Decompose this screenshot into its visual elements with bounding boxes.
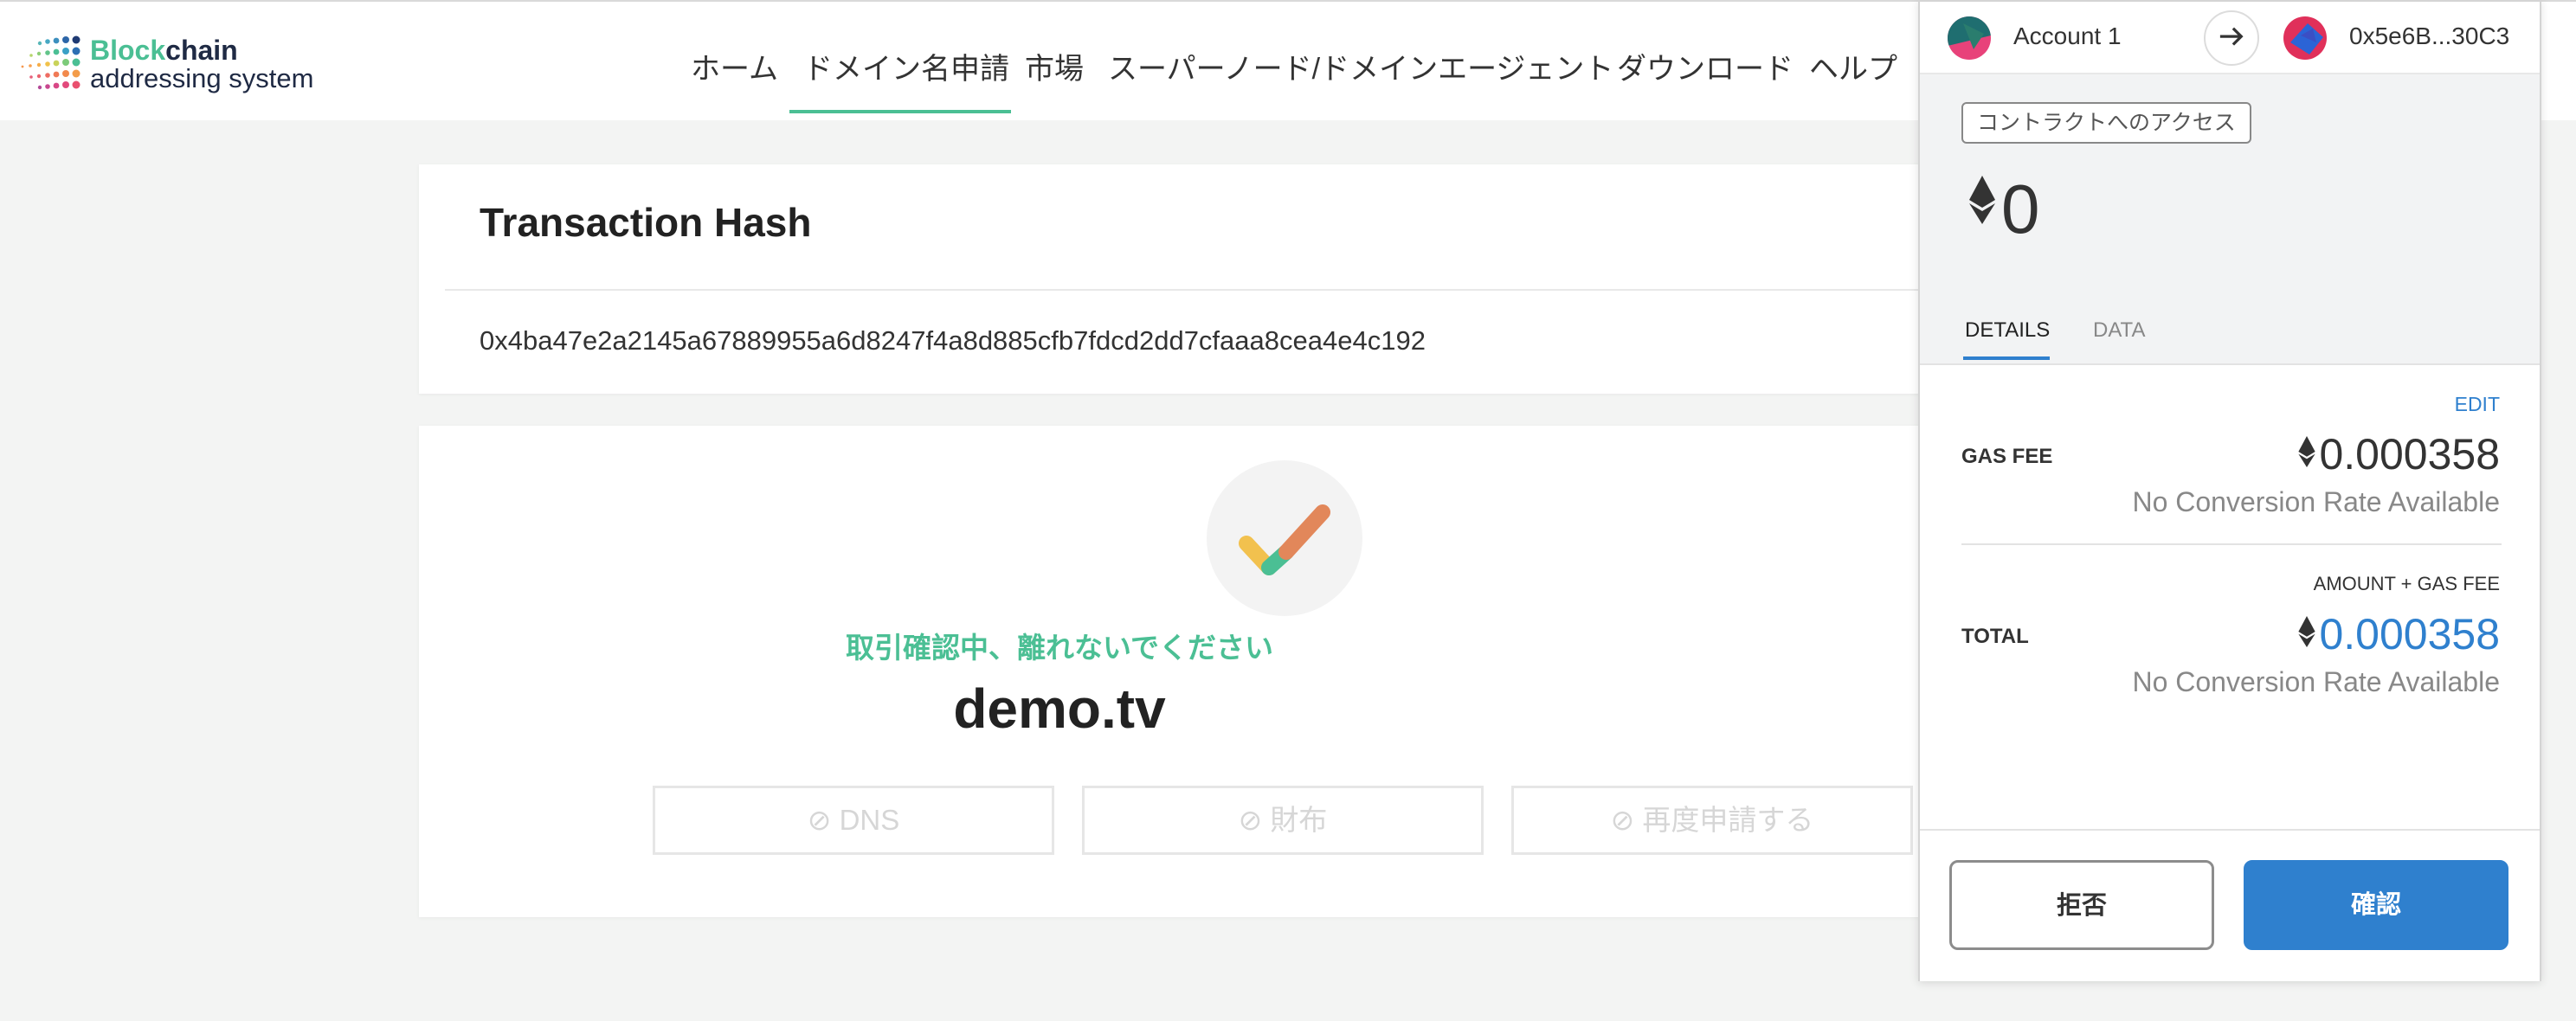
dns-button[interactable]: ⊘ DNS — [653, 786, 1054, 855]
transaction-hash-value: 0x4ba47e2a2145a67889955a6d8247f4a8d885cf… — [480, 325, 1426, 356]
amount-gas-label: AMOUNT + GAS FEE — [2313, 573, 2500, 594]
reject-button[interactable]: 拒否 — [1949, 860, 2214, 950]
reapply-button[interactable]: ⊘ 再度申請する — [1511, 786, 1913, 855]
gas-fee-conversion: No Conversion Rate Available — [2132, 486, 2500, 517]
destination-address[interactable]: 0x5e6B...30C3 — [2349, 22, 2509, 50]
transaction-hash-card: Transaction Hash 0x4ba47e2a2145a67889955… — [419, 164, 1939, 394]
divider — [1961, 543, 2502, 545]
logo-text-line1: Blockchain — [90, 35, 238, 67]
logo-text-dark: chain — [165, 35, 238, 66]
arrow-right-icon — [2204, 10, 2259, 66]
wallet-button[interactable]: ⊘ 財布 — [1082, 786, 1484, 855]
transaction-hash-title: Transaction Hash — [480, 200, 812, 245]
nav-item-domain-application[interactable]: ドメイン名申請 — [803, 45, 1009, 87]
total-amount: 0.000358 — [2319, 610, 2500, 658]
metamask-footer: 拒否 確認 — [1920, 829, 2540, 981]
total-conversion: No Conversion Rate Available — [2132, 666, 2500, 697]
contract-access-badge: コントラクトへのアクセス — [1961, 102, 2251, 144]
account-avatar-icon — [1948, 16, 1991, 60]
nav-item-download[interactable]: ダウンロード — [1617, 45, 1794, 87]
account-name[interactable]: Account 1 — [2013, 22, 2122, 50]
ethereum-icon — [2298, 607, 2316, 658]
checkmark-icon — [1239, 504, 1330, 575]
gas-fee-amount: 0.000358 — [2319, 430, 2500, 478]
edit-gas-link[interactable]: EDIT — [2455, 393, 2500, 416]
domain-name: demo.tv — [953, 677, 1166, 740]
logo-text-line2: addressing system — [90, 63, 314, 93]
nav-item-market[interactable]: 市場 — [1025, 45, 1084, 87]
tab-active-underline — [1963, 356, 2050, 360]
status-message: 取引確認中、離れないでください — [845, 632, 1273, 664]
metamask-header: Account 1 0x5e6B...30C3 — [1920, 2, 2540, 74]
check-circle — [1207, 460, 1362, 616]
logo[interactable]: Blockchain addressing system — [16, 33, 327, 93]
nav-item-help[interactable]: ヘルプ — [1809, 45, 1897, 87]
total-label: TOTAL — [1961, 625, 2029, 648]
ethereum-icon — [1968, 161, 1996, 241]
divider — [445, 289, 1939, 291]
amount-value: 0 — [2001, 170, 2040, 247]
logo-text-green: Block — [90, 35, 166, 66]
destination-avatar-icon — [2283, 16, 2327, 60]
tab-details[interactable]: DETAILS — [1965, 318, 2050, 343]
gas-fee-label: GAS FEE — [1961, 445, 2053, 468]
ethereum-icon — [2298, 427, 2316, 478]
transaction-status-card: 取引確認中、離れないでください demo.tv ⊘ DNS ⊘ 財布 ⊘ 再度申… — [419, 426, 1939, 917]
total-value: 0.000358 — [2298, 607, 2500, 659]
metamask-popup: Account 1 0x5e6B...30C3 コントラクトへのアクセス 0 D… — [1918, 0, 2541, 981]
nav-item-home[interactable]: ホーム — [691, 45, 778, 87]
destination-avatar — [2283, 16, 2327, 60]
nav-active-underline — [789, 110, 1011, 113]
logo-dots-icon — [21, 35, 80, 90]
account-avatar — [1948, 16, 1991, 60]
transaction-amount: 0 — [1968, 161, 2040, 249]
metamask-summary: コントラクトへのアクセス 0 DETAILS DATA — [1920, 74, 2540, 365]
confirm-button[interactable]: 確認 — [2244, 860, 2508, 950]
nav-item-supernode-agent[interactable]: スーパーノード/ドメインエージェント — [1108, 45, 1613, 87]
gas-fee-value: 0.000358 — [2298, 427, 2500, 479]
tab-data[interactable]: DATA — [2093, 318, 2145, 343]
